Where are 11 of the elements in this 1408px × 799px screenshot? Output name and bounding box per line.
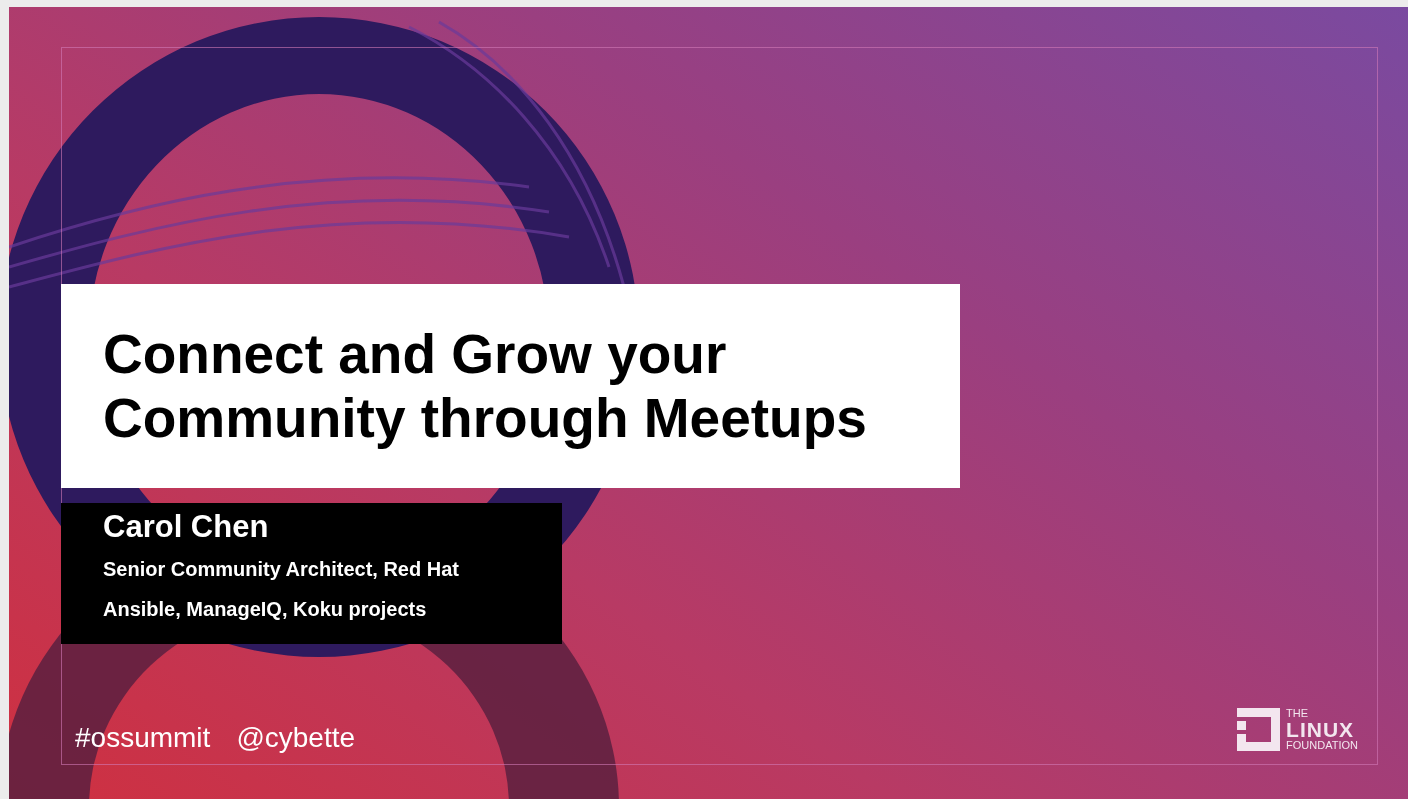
speaker-name: Carol Chen	[103, 508, 270, 546]
hashtag-text: #ossummit	[75, 721, 211, 755]
logo-text: THE	[1286, 708, 1310, 719]
logo-text: FOUNDATION	[1286, 740, 1358, 751]
logo-text: LINUX	[1286, 719, 1356, 740]
handle-text: @cybette	[236, 721, 356, 755]
speaker-role: Senior Community Architect, Red Hat	[103, 557, 460, 581]
speaker-projects: Ansible, ManageIQ, Koku projects	[103, 597, 428, 621]
slide-title: Community through Meetups	[103, 386, 868, 450]
slide-title: Connect and Grow your	[103, 322, 728, 386]
bracket-logo-icon	[1237, 708, 1281, 751]
